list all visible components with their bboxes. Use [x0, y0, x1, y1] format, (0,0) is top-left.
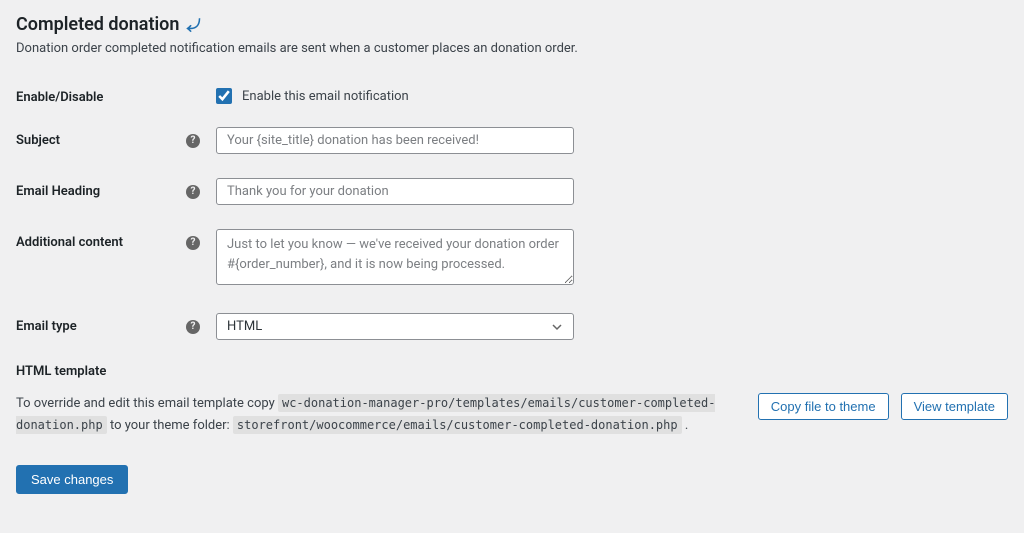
label-type: Email type ? — [16, 313, 216, 334]
field-additional — [216, 229, 574, 289]
view-template-button[interactable]: View template — [901, 393, 1008, 420]
row-type: Email type ? HTML — [16, 313, 1008, 340]
save-button[interactable]: Save changes — [16, 465, 128, 494]
return-icon[interactable]: ⤴ — [184, 18, 204, 32]
heading-input[interactable] — [216, 178, 574, 205]
template-text: To override and edit this email template… — [16, 393, 746, 437]
page-description: Donation order completed notification em… — [16, 41, 1008, 56]
label-enable: Enable/Disable — [16, 84, 216, 105]
row-additional: Additional content ? — [16, 229, 1008, 289]
field-type: HTML — [216, 313, 574, 340]
label-heading: Email Heading ? — [16, 178, 216, 199]
label-subject-text: Subject — [16, 133, 60, 148]
label-type-text: Email type — [16, 319, 77, 334]
template-suffix: . — [685, 418, 688, 433]
copy-to-theme-button[interactable]: Copy file to theme — [758, 393, 889, 420]
field-subject — [216, 127, 574, 154]
label-subject: Subject ? — [16, 127, 216, 148]
label-heading-text: Email Heading — [16, 184, 100, 199]
template-path-dest: storefront/woocommerce/emails/customer-c… — [233, 416, 682, 434]
additional-textarea[interactable] — [216, 229, 574, 285]
label-enable-text: Enable/Disable — [16, 90, 103, 105]
template-row: To override and edit this email template… — [16, 393, 1008, 437]
template-prefix: To override and edit this email template… — [16, 396, 278, 411]
help-icon[interactable]: ? — [186, 320, 200, 334]
field-enable: Enable this email notification — [216, 84, 409, 104]
field-heading — [216, 178, 574, 205]
row-subject: Subject ? — [16, 127, 1008, 154]
label-additional: Additional content ? — [16, 229, 216, 250]
template-middle: to your theme folder: — [110, 418, 233, 433]
type-select[interactable]: HTML — [216, 313, 574, 340]
enable-checkbox-label: Enable this email notification — [242, 89, 409, 104]
page-title: Completed donation ⤴ — [16, 14, 1008, 35]
label-additional-text: Additional content — [16, 235, 123, 250]
enable-checkbox[interactable] — [216, 88, 232, 104]
row-enable: Enable/Disable Enable this email notific… — [16, 84, 1008, 105]
subject-input[interactable] — [216, 127, 574, 154]
template-heading: HTML template — [16, 364, 1008, 379]
help-icon[interactable]: ? — [186, 236, 200, 250]
row-heading: Email Heading ? — [16, 178, 1008, 205]
help-icon[interactable]: ? — [186, 134, 200, 148]
help-icon[interactable]: ? — [186, 185, 200, 199]
title-text: Completed donation — [16, 14, 179, 35]
